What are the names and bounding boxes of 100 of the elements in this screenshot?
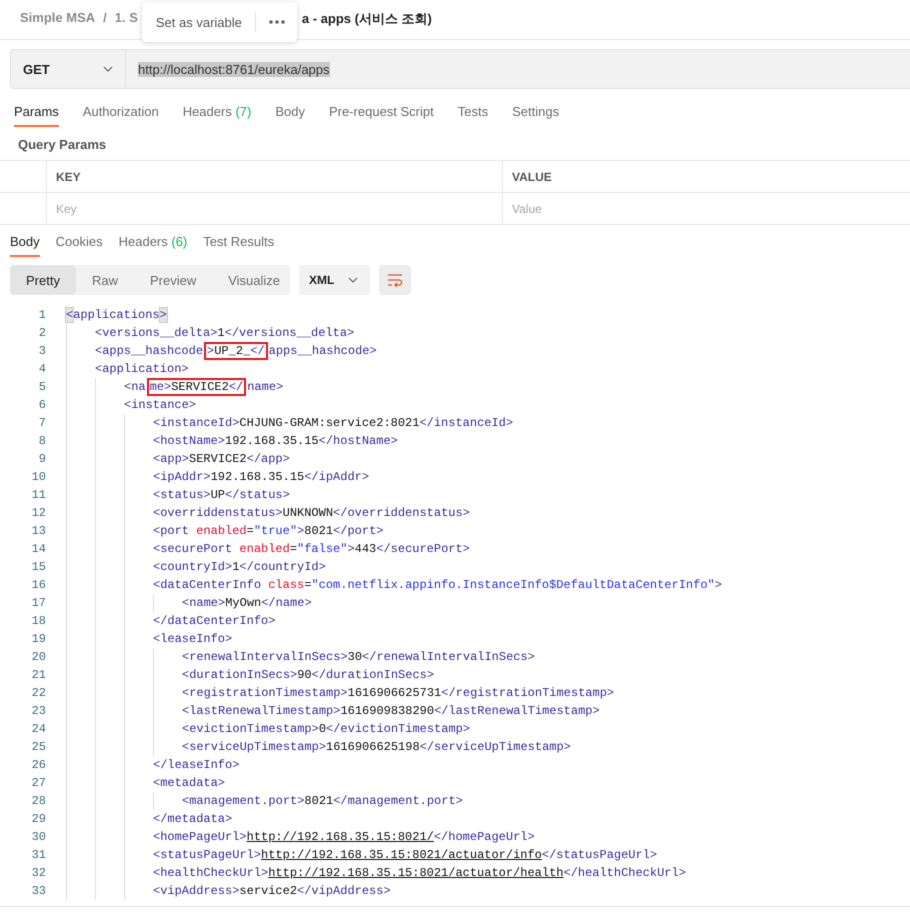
code-line: <evictionTimestamp>0</evictionTimestamp> [182,722,470,736]
line-number: 9 [38,452,46,466]
code-line: </leaseInfo> [153,758,240,772]
code-line: <durationInSecs>90</durationInSecs> [182,668,434,682]
line-number: 19 [30,632,46,646]
line-number: 13 [30,524,46,538]
code-line: </dataCenterInfo> [153,614,276,628]
code-line: <healthCheckUrl>http://192.168.35.15:8021/actuator/health</healthCheckUrl> [153,866,686,880]
line-number: 1 [38,308,46,322]
view-mode-tab[interactable]: Pretty [10,265,76,295]
line-number: 15 [30,560,46,574]
code-line: <instanceId>CHJUNG-GRAM:service2:8021</instanceId> [153,416,514,430]
code-line: <applications> [66,308,167,322]
line-number: 30 [30,830,46,844]
line-number: 22 [30,686,46,700]
chevron-down-icon [103,66,113,72]
code-line: <overriddenstatus>UNKNOWN</overriddenstatus> [153,506,470,520]
line-number: 16 [30,578,46,592]
code-line: <status>UP</status> [153,488,290,502]
code-line: <app>SERVICE2</app> [153,452,290,466]
code-link[interactable]: http://192.168.35.15:8021/actuator/info [261,848,542,862]
line-number: 7 [38,416,46,430]
code-line: <countryId>1</countryId> [153,560,326,574]
code-line: <renewalIntervalInSecs>30</renewalIntervalInSecs> [182,650,535,664]
code-line: <port enabled="true">8021</port> [153,524,384,538]
code-line: <instance> [124,398,196,412]
code-line: <leaseInfo> [153,632,232,646]
code-link[interactable]: http://192.168.35.15:8021/actuator/health [268,866,564,880]
method-dropdown[interactable]: GET [11,50,126,88]
code-line: <na me>SERVICE2</ name> [124,380,284,394]
line-number: 2 [38,326,46,340]
line-number: 18 [30,614,46,628]
tab[interactable]: Body [10,234,40,257]
tab[interactable]: Params [14,104,59,127]
wrap-lines-button[interactable] [379,265,412,295]
code-line: <serviceUpTimestamp>1616906625198</serviceUpTimestamp> [182,740,571,754]
breadcrumb-item[interactable]: 1. S [114,10,138,25]
line-number: 11 [30,488,46,502]
line-number: 10 [30,470,46,484]
tab[interactable]: Headers (7) [182,104,252,127]
set-variable-button[interactable]: Set as variable [156,14,242,30]
line-number: 23 [30,704,46,718]
tab[interactable]: Settings [512,104,560,127]
format-dropdown[interactable]: XML [299,265,370,295]
line-number: 24 [30,722,46,736]
tab[interactable]: Tests [458,104,488,127]
line-number: 33 [30,884,46,898]
code-line: <vipAddress>service2</vipAddress> [153,884,391,898]
code-line: <statusPageUrl>http://192.168.35.15:8021/actuator/info</statusPageUrl> [153,848,658,862]
line-number: 29 [30,812,46,826]
line-number: 4 [38,362,46,376]
code-line: <name>MyOwn</name> [182,596,312,610]
tab[interactable]: Body [275,104,305,127]
code-line: </metadata> [153,812,232,826]
view-mode-tab[interactable]: Visualize [212,265,296,295]
code-line: <hostName>192.168.35.15</hostName> [153,434,398,448]
line-number: 25 [30,740,46,754]
section-title: Query Params [17,136,108,154]
line-number: 26 [30,758,46,772]
code-line: <ipAddr>192.168.35.15</ipAddr> [153,470,370,484]
line-number: 12 [30,506,46,520]
line-number: 8 [38,434,46,448]
line-number: 17 [30,596,46,610]
code-line: <management.port>8021</management.port> [182,794,463,808]
tab[interactable]: Pre-request Script [328,104,434,127]
code-line: <versions__delta>1</versions__delta> [95,326,354,340]
line-number: 14 [30,542,46,556]
view-mode-tab[interactable]: Preview [134,265,212,295]
line-number: 31 [30,848,46,862]
code-line: <securePort enabled="false">443</securePort> [153,542,470,556]
code-line: <dataCenterInfo class="com.netflix.appinfo.InstanceInfo$DefaultDataCenterInfo"> [153,578,722,592]
wrap-icon [387,273,404,287]
breadcrumb-separator: / [103,10,107,25]
line-number: 6 [38,398,46,412]
chevron-down-icon [348,277,358,283]
code-line: <registrationTimestamp>1616906625731</registrationTimestamp> [182,686,614,700]
line-number: 27 [30,776,46,790]
line-number: 32 [30,866,46,880]
line-number: 28 [30,794,46,808]
more-icon[interactable] [268,20,285,24]
code-line: <lastRenewalTimestamp>1616909838290</lastRenewalTimestamp> [182,704,600,718]
code-line: <application> [95,362,189,376]
breadcrumb-item[interactable]: Simple MSA [20,10,96,25]
line-number: 5 [38,380,46,394]
line-number: 3 [38,344,46,358]
line-number: 20 [30,650,46,664]
code-link[interactable]: http://192.168.35.15:8021/ [246,830,434,844]
line-number: 21 [30,668,46,682]
code-line: <homePageUrl>http://192.168.35.15:8021/</homePageUrl> [153,830,535,844]
column-header: KEY [56,170,81,184]
request-title: a - apps (서비스 조회) [302,10,432,28]
tab[interactable]: Headers (6) [118,234,188,257]
view-mode-tab[interactable]: Raw [76,265,134,295]
tab[interactable]: Authorization [82,104,159,127]
url-field[interactable]: http://localhost:8761/eureka/apps [138,62,330,76]
tab[interactable]: Cookies [56,234,103,257]
code-line: <metadata> [153,776,226,790]
code-line: <apps__hashcode >UP_2_</ apps__hashcode> [95,344,377,358]
tab[interactable]: Test Results [203,234,274,257]
column-header: VALUE [512,170,552,184]
